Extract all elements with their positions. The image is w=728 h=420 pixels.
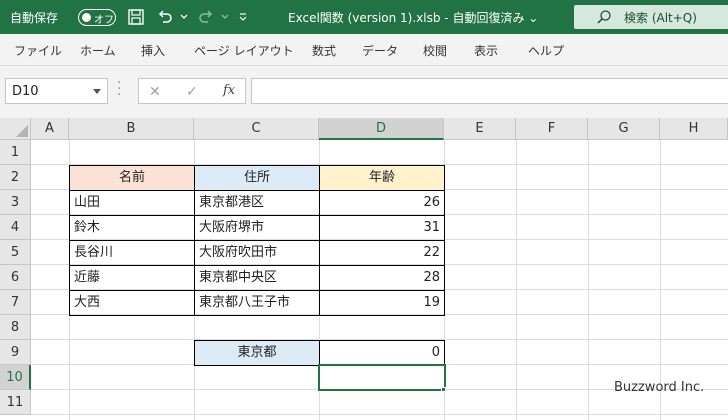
toggle-knob <box>82 13 91 22</box>
tab-home[interactable]: ホーム <box>80 42 116 59</box>
table-header-address[interactable]: 住所 <box>194 165 320 191</box>
table-header-name[interactable]: 名前 <box>69 165 195 191</box>
formula-buttons: ✕ ✓ fx <box>138 78 246 104</box>
autosave-state: オフ <box>94 15 114 26</box>
undo-icon[interactable] <box>155 7 175 27</box>
name-box-dropdown-icon[interactable] <box>93 89 101 94</box>
tab-view[interactable]: 表示 <box>474 42 498 59</box>
tab-file[interactable]: ファイル <box>14 42 62 59</box>
row-header-2[interactable]: 2 <box>0 165 31 190</box>
row-header-1[interactable]: 1 <box>0 140 31 165</box>
autosave-label: 自動保存 <box>10 11 59 25</box>
formula-input[interactable] <box>251 78 728 104</box>
column-header-e[interactable]: E <box>444 118 516 140</box>
enter-icon[interactable]: ✓ <box>186 84 198 100</box>
row-header-3[interactable]: 3 <box>0 190 31 215</box>
row-header-7[interactable]: 7 <box>0 290 31 315</box>
formula-bar: D10 · · · ✕ ✓ fx <box>0 66 728 118</box>
row-header-10[interactable]: 10 <box>0 365 31 390</box>
undo-dropdown-icon[interactable] <box>174 7 194 27</box>
table-cell-address[interactable]: 東京都港区 <box>194 190 320 216</box>
name-box-value: D10 <box>12 84 39 99</box>
active-cell-d10[interactable] <box>318 364 446 391</box>
table-header-age[interactable]: 年齢 <box>319 165 445 191</box>
tab-insert[interactable]: 挿入 <box>141 42 165 59</box>
column-header-f[interactable]: F <box>516 118 588 140</box>
table-cell-age[interactable]: 22 <box>319 240 445 266</box>
search-box[interactable]: 検索 (Alt+Q) <box>574 5 728 29</box>
row-header-9[interactable]: 9 <box>0 340 31 365</box>
column-header-g[interactable]: G <box>588 118 660 140</box>
redo-dropdown-icon[interactable] <box>215 7 235 27</box>
tab-data[interactable]: データ <box>362 42 398 59</box>
table-cell-name[interactable]: 近藤 <box>69 265 195 291</box>
table-cell-name[interactable]: 鈴木 <box>69 215 195 241</box>
select-all-icon <box>16 125 28 137</box>
row-header-11[interactable]: 11 <box>0 390 31 415</box>
criteria-label-cell[interactable]: 東京都 <box>194 340 320 366</box>
column-header-d[interactable]: D <box>319 118 444 140</box>
row-header-5[interactable]: 5 <box>0 240 31 265</box>
table-cell-name[interactable]: 山田 <box>69 190 195 216</box>
autosave-toggle[interactable]: オフ <box>78 9 116 26</box>
document-title[interactable]: Excel関数 (version 1).xlsb - 自動回復済み ⌄ <box>288 9 538 26</box>
insert-function-icon[interactable]: fx <box>223 83 235 98</box>
ribbon-tabs: ファイル ホーム 挿入 ページ レイアウト 数式 データ 校閲 表示 ヘルプ <box>0 34 728 66</box>
gridline-v <box>516 140 517 420</box>
column-header-a[interactable]: A <box>31 118 69 140</box>
select-all-button[interactable] <box>0 118 31 140</box>
row-header-6[interactable]: 6 <box>0 265 31 290</box>
row-header-4[interactable]: 4 <box>0 215 31 240</box>
table-cell-age[interactable]: 31 <box>319 215 445 241</box>
gridline-v <box>588 140 589 420</box>
column-header-h[interactable]: H <box>660 118 728 140</box>
watermark: Buzzword Inc. <box>614 380 705 395</box>
table-cell-address[interactable]: 大阪府吹田市 <box>194 240 320 266</box>
table-cell-address[interactable]: 東京都中央区 <box>194 265 320 291</box>
tab-help[interactable]: ヘルプ <box>528 42 564 59</box>
column-header-c[interactable]: C <box>194 118 319 140</box>
resize-handle-icon[interactable]: · · · <box>117 76 121 102</box>
criteria-result-cell[interactable]: 0 <box>319 340 445 366</box>
name-box[interactable]: D10 <box>5 78 108 104</box>
customize-toolbar-icon[interactable] <box>233 7 253 27</box>
table-cell-age[interactable]: 19 <box>319 290 445 316</box>
tab-page-layout[interactable]: ページ レイアウト <box>194 42 294 59</box>
table-cell-name[interactable]: 大西 <box>69 290 195 316</box>
redo-icon[interactable] <box>196 7 216 27</box>
tab-formulas[interactable]: 数式 <box>312 42 336 59</box>
title-bar: 自動保存 オフ Excel関数 (version 1).xlsb - 自動回復済… <box>0 0 728 34</box>
table-cell-address[interactable]: 東京都八王子市 <box>194 290 320 316</box>
table-cell-address[interactable]: 大阪府堺市 <box>194 215 320 241</box>
table-cell-name[interactable]: 長谷川 <box>69 240 195 266</box>
cancel-icon[interactable]: ✕ <box>149 84 161 100</box>
search-icon <box>597 10 611 24</box>
fill-handle[interactable] <box>441 387 446 392</box>
save-icon[interactable] <box>126 7 146 27</box>
search-placeholder: 検索 (Alt+Q) <box>624 11 697 25</box>
gridline-v <box>660 140 661 420</box>
column-header-b[interactable]: B <box>69 118 194 140</box>
worksheet-grid[interactable]: A B C D E F G H 1 2 3 4 5 6 7 8 9 10 11 … <box>0 118 728 420</box>
table-cell-age[interactable]: 26 <box>319 190 445 216</box>
table-cell-age[interactable]: 28 <box>319 265 445 291</box>
row-header-8[interactable]: 8 <box>0 315 31 340</box>
tab-review[interactable]: 校閲 <box>423 42 447 59</box>
